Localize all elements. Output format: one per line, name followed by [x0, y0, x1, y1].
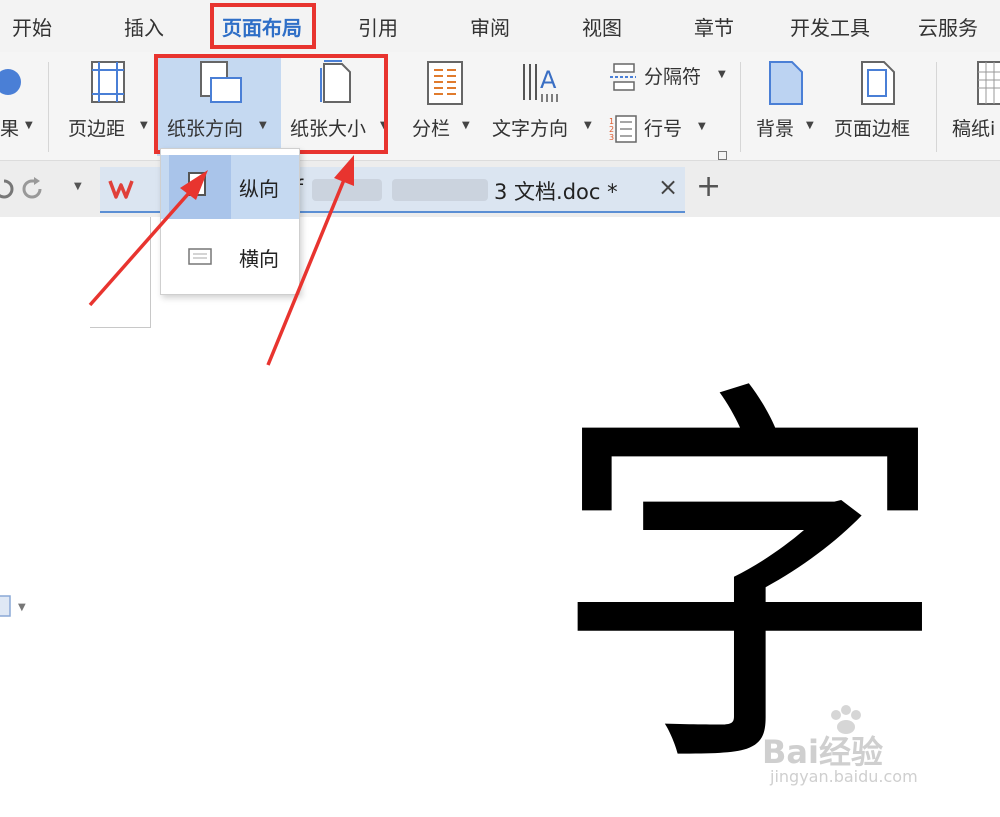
tab-developer-tools[interactable]: 开发工具 — [790, 12, 870, 41]
manuscript-button[interactable]: 稿纸i — [946, 52, 1000, 158]
breaks-button[interactable]: 分隔符 ▼ — [608, 60, 732, 94]
margins-icon — [91, 61, 125, 103]
svg-text:3: 3 — [609, 133, 614, 142]
paste-options-icon[interactable]: ▼ — [0, 592, 34, 622]
tab-review[interactable]: 审阅 — [470, 12, 510, 41]
effects-button[interactable]: 果 ▼ — [0, 52, 40, 158]
background-label: 背景 — [756, 118, 795, 140]
close-icon[interactable]: × — [658, 173, 678, 201]
landscape-icon — [188, 248, 212, 265]
tab-home[interactable]: 开始 — [12, 12, 52, 41]
background-icon — [769, 61, 803, 105]
background-button[interactable]: 背景 ▼ — [752, 52, 820, 158]
margins-button[interactable]: 页边距 ▼ — [64, 52, 152, 158]
chevron-down-icon: ▼ — [698, 121, 706, 132]
page-border-label: 页面边框 — [834, 118, 911, 140]
ribbon: 果 ▼ 页边距 ▼ 纸张方向 ▼ 纸张大小 ▼ 分栏 ▼ A 文字方向 ▼ 分隔… — [0, 52, 1000, 161]
margins-label: 页边距 — [68, 118, 126, 140]
tab-references[interactable]: 引用 — [358, 12, 398, 41]
new-tab-icon[interactable]: + — [696, 169, 721, 204]
effects-icon — [0, 69, 21, 95]
effects-label: 果 — [0, 118, 20, 140]
text-direction-button[interactable]: A 文字方向 ▼ — [488, 52, 596, 158]
columns-label: 分栏 — [412, 118, 451, 140]
tab-cloud-services[interactable]: 云服务 — [918, 12, 978, 41]
chevron-down-icon: ▼ — [584, 120, 592, 131]
tab-insert[interactable]: 插入 — [124, 12, 164, 41]
page-border-icon — [861, 61, 895, 105]
tab-title: 3 文档.doc * — [494, 180, 618, 204]
blurred-filename — [392, 179, 488, 201]
quick-access-dropdown-icon[interactable]: ▼ — [74, 181, 82, 192]
orientation-menu: 纵向 横向 — [160, 148, 300, 295]
manuscript-label: 稿纸i — [952, 118, 996, 140]
columns-button[interactable]: 分栏 ▼ — [406, 52, 478, 158]
chevron-down-icon: ▼ — [462, 120, 470, 131]
page-border-button[interactable]: 页面边框 — [832, 52, 924, 158]
manuscript-icon — [977, 61, 1000, 105]
chevron-down-icon: ▼ — [25, 120, 33, 131]
watermark-url: jingyan.baidu.com — [770, 767, 918, 786]
svg-text:A: A — [540, 66, 557, 94]
dialog-launcher-icon[interactable] — [718, 151, 727, 160]
portrait-icon — [188, 172, 206, 196]
wps-logo-icon — [108, 180, 134, 199]
orientation-landscape-item[interactable]: 横向 — [161, 225, 299, 289]
breaks-icon — [610, 63, 636, 91]
ribbon-separator — [740, 62, 741, 152]
line-numbers-icon: 123 — [609, 115, 637, 143]
baidu-watermark: Bai经验 jingyan.baidu.com — [762, 705, 952, 805]
chevron-down-icon: ▼ — [718, 69, 726, 80]
breaks-label: 分隔符 — [644, 66, 702, 88]
tab-view[interactable]: 视图 — [582, 12, 622, 41]
chevron-down-icon: ▼ — [140, 120, 148, 131]
chevron-down-icon: ▼ — [806, 120, 814, 131]
quick-access-and-tabs-bar: ▼ sof 3 文档.doc * × + — [0, 161, 1000, 217]
columns-icon — [427, 61, 463, 105]
page-corner-mark — [90, 217, 151, 328]
orientation-size-highlight — [154, 54, 388, 154]
menu-bar: 开始 插入 页面布局 引用 审阅 视图 章节 开发工具 云服务 — [0, 0, 1000, 52]
orientation-portrait-item[interactable]: 纵向 — [161, 155, 299, 219]
landscape-label: 横向 — [239, 247, 279, 271]
ribbon-separator — [48, 62, 49, 152]
text-direction-icon: A — [523, 64, 558, 102]
ribbon-separator — [936, 62, 937, 152]
line-numbers-label: 行号 — [644, 118, 683, 140]
undo-icon[interactable] — [0, 177, 14, 201]
tab-sections[interactable]: 章节 — [694, 12, 734, 41]
text-direction-label: 文字方向 — [492, 118, 569, 140]
svg-text:▼: ▼ — [18, 602, 26, 613]
active-tab-highlight — [210, 3, 316, 49]
portrait-label: 纵向 — [239, 177, 279, 201]
line-numbers-button[interactable]: 123 行号 ▼ — [608, 112, 732, 146]
redo-icon[interactable] — [22, 177, 46, 201]
blurred-filename — [312, 179, 382, 201]
